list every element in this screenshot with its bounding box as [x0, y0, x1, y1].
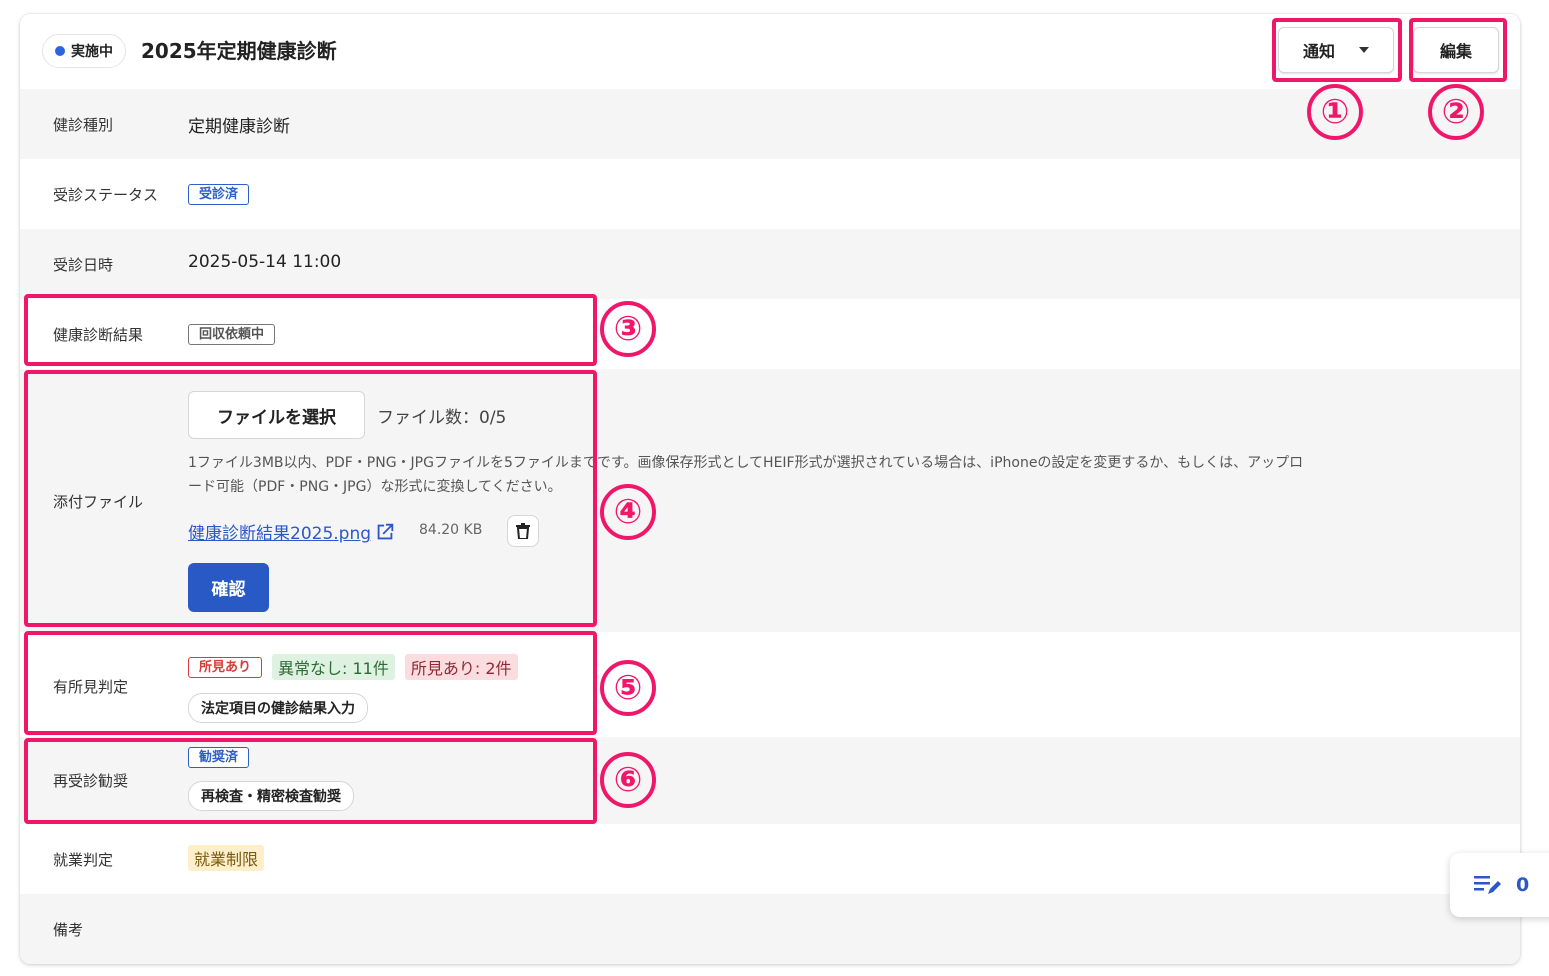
row-label: 受診日時	[53, 256, 114, 274]
work-limit-chip: 就業制限	[188, 845, 265, 871]
page-title: 2025年定期健康診断	[141, 39, 337, 63]
status-dot-icon	[55, 46, 65, 56]
row-checkup-type: 健診種別 定期健康診断	[20, 89, 1520, 159]
row-work-judgment: 就業判定 就業制限	[20, 824, 1520, 894]
annotation-number-3: ③	[600, 301, 656, 357]
exam-datetime-value: 2025-05-14 11:00	[188, 252, 342, 272]
annotation-box-6	[24, 738, 597, 824]
floating-notes-button[interactable]: 0	[1450, 853, 1549, 917]
annotation-number-1: ①	[1307, 84, 1363, 140]
annotation-box-4	[24, 370, 597, 627]
annotation-box-2	[1409, 18, 1507, 82]
status-badge: 実施中	[42, 34, 126, 68]
annotation-number-4: ④	[600, 484, 656, 540]
status-badge-label: 実施中	[71, 44, 113, 60]
notes-count: 0	[1516, 874, 1530, 896]
row-remarks: 備考	[20, 894, 1520, 964]
work-judgment-value: 就業制限	[188, 845, 265, 871]
annotation-box-1	[1272, 18, 1402, 82]
row-label: 受診ステータス	[53, 186, 159, 204]
row-label: 備考	[53, 921, 84, 939]
status-tag: 受診済	[188, 184, 250, 205]
exam-status-value: 受診済	[188, 183, 250, 205]
annotation-number-2: ②	[1428, 84, 1484, 140]
edit-list-icon	[1474, 876, 1501, 894]
row-exam-datetime: 受診日時 2025-05-14 11:00	[20, 229, 1520, 299]
row-label: 就業判定	[53, 851, 114, 869]
annotation-number-5: ⑤	[600, 660, 656, 716]
checkup-type-value: 定期健康診断	[188, 117, 290, 137]
annotation-number-6: ⑥	[600, 752, 656, 808]
row-exam-status: 受診ステータス 受診済	[20, 159, 1520, 229]
annotation-box-3	[24, 294, 597, 366]
row-label: 健診種別	[53, 116, 114, 134]
annotation-box-5	[24, 631, 597, 735]
